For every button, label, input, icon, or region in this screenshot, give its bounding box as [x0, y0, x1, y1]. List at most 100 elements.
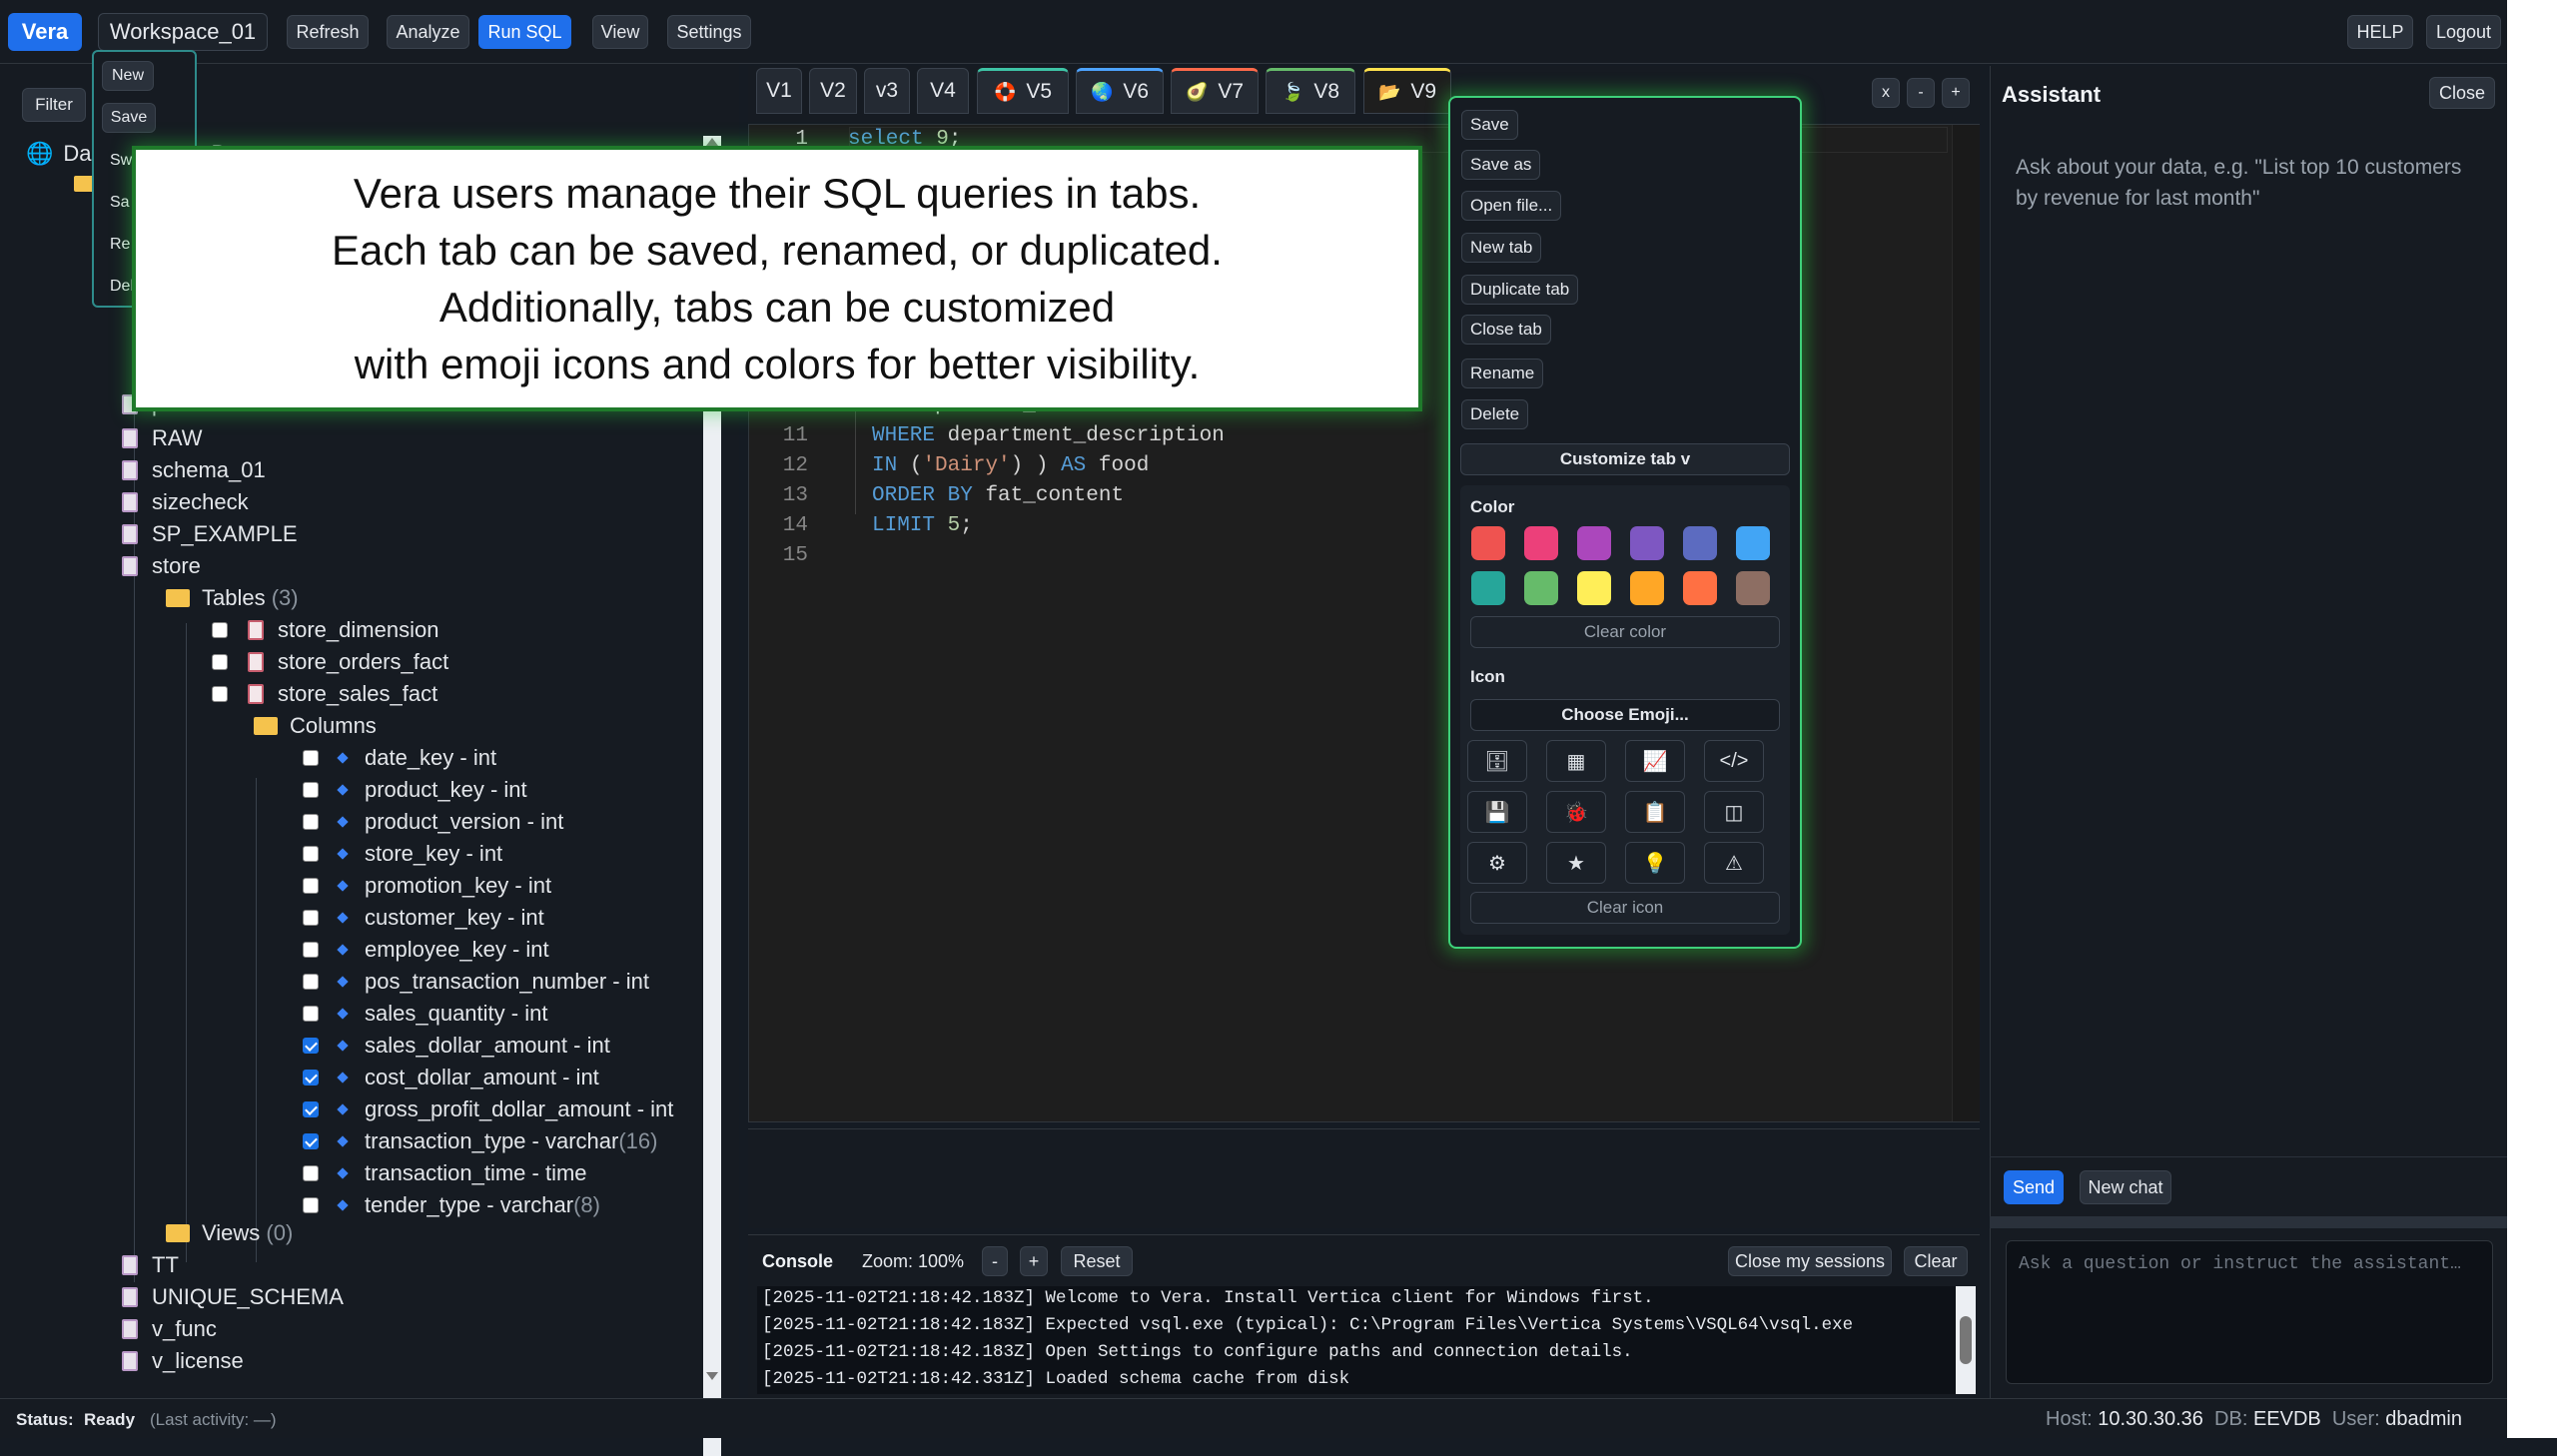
file-menu-save[interactable]: Save — [102, 103, 156, 133]
schema-item[interactable]: v_func — [122, 1314, 217, 1344]
column-item[interactable]: customer_key - int — [303, 903, 544, 933]
color-swatch[interactable] — [1736, 526, 1770, 560]
views-folder[interactable]: Views (0) — [166, 1218, 293, 1248]
tab-close-button[interactable]: x — [1872, 78, 1900, 108]
menu-close-tab[interactable]: Close tab — [1461, 315, 1551, 345]
clear-icon-button[interactable]: Clear icon — [1470, 892, 1780, 924]
table-checkbox[interactable] — [212, 622, 228, 638]
color-swatch[interactable] — [1471, 571, 1505, 605]
color-swatch[interactable] — [1630, 571, 1664, 605]
bug-icon[interactable]: 🐞 — [1546, 791, 1606, 833]
settings-button[interactable]: Settings — [667, 15, 751, 49]
column-checkbox[interactable] — [303, 878, 319, 894]
tab-v7[interactable]: 🥑 V7 — [1171, 68, 1259, 114]
zoom-out-button[interactable]: - — [982, 1246, 1008, 1276]
table-checkbox[interactable] — [212, 686, 228, 702]
analyze-button[interactable]: Analyze — [387, 15, 469, 49]
console-clear-button[interactable]: Clear — [1904, 1246, 1968, 1276]
filter-button[interactable]: Filter — [22, 88, 86, 122]
tab-v9[interactable]: 📂 V9 — [1363, 68, 1451, 114]
menu-delete[interactable]: Delete — [1461, 399, 1529, 429]
code-icon[interactable]: </> — [1704, 740, 1764, 782]
zoom-in-button[interactable]: + — [1020, 1246, 1048, 1276]
layout-icon[interactable]: ◫ — [1704, 791, 1764, 833]
workspace-selector[interactable]: Workspace_01 — [98, 13, 268, 51]
file-menu-new[interactable]: New — [102, 61, 154, 91]
column-item[interactable]: promotion_key - int — [303, 871, 551, 901]
clipboard-icon[interactable]: 📋 — [1625, 791, 1685, 833]
schema-item[interactable]: TT — [122, 1250, 179, 1280]
color-swatch[interactable] — [1736, 571, 1770, 605]
color-swatch[interactable] — [1630, 526, 1664, 560]
tab-v4[interactable]: V4 — [917, 68, 969, 114]
color-swatch[interactable] — [1524, 526, 1558, 560]
editor-scrollbar[interactable] — [1952, 125, 1980, 1121]
table-item[interactable]: store_sales_fact — [212, 679, 437, 709]
gear-icon[interactable]: ⚙ — [1467, 842, 1527, 884]
send-button[interactable]: Send — [2004, 1170, 2064, 1204]
tab-add-button[interactable]: + — [1942, 78, 1970, 108]
schema-item[interactable]: v_license — [122, 1346, 244, 1376]
assistant-close-button[interactable]: Close — [2429, 77, 2495, 109]
close-sessions-button[interactable]: Close my sessions — [1728, 1246, 1892, 1276]
menu-new-tab[interactable]: New tab — [1461, 233, 1542, 263]
database-icon[interactable]: 🗄 — [1467, 740, 1527, 782]
column-checkbox[interactable] — [303, 1006, 319, 1022]
column-checkbox[interactable] — [303, 942, 319, 958]
scroll-down-arrow[interactable] — [706, 1372, 718, 1380]
column-checkbox[interactable] — [303, 910, 319, 926]
tab-v6[interactable]: 🌏 V6 — [1076, 68, 1164, 114]
column-item[interactable]: gross_profit_dollar_amount - int — [303, 1094, 673, 1124]
column-item[interactable]: transaction_type - varchar (16) — [303, 1126, 657, 1156]
column-item[interactable]: sales_quantity - int — [303, 999, 547, 1029]
table-checkbox[interactable] — [212, 654, 228, 670]
tab-v3[interactable]: v3 — [864, 68, 910, 114]
table-item[interactable]: store_orders_fact — [212, 647, 448, 677]
refresh-button[interactable]: Refresh — [287, 15, 369, 49]
column-checkbox[interactable] — [303, 782, 319, 798]
column-checkbox[interactable] — [303, 814, 319, 830]
color-swatch[interactable] — [1471, 526, 1505, 560]
zoom-reset-button[interactable]: Reset — [1061, 1246, 1133, 1276]
file-menu-item[interactable]: Re — [110, 236, 130, 254]
column-item[interactable]: product_version - int — [303, 807, 563, 837]
color-swatch[interactable] — [1683, 571, 1717, 605]
table-icon[interactable]: ▦ — [1546, 740, 1606, 782]
file-menu-item[interactable]: Sa — [110, 194, 130, 212]
console-scroll-thumb[interactable] — [1960, 1316, 1972, 1364]
column-checkbox[interactable] — [303, 1133, 319, 1149]
column-item[interactable]: employee_key - int — [303, 935, 549, 965]
schema-item[interactable]: schema_01 — [122, 455, 266, 485]
column-item[interactable]: cost_dollar_amount - int — [303, 1063, 599, 1092]
tab-v1[interactable]: V1 — [756, 68, 802, 114]
file-menu-item[interactable]: Sw — [110, 152, 132, 170]
color-swatch[interactable] — [1577, 526, 1611, 560]
help-button[interactable]: HELP — [2347, 15, 2413, 49]
tab-shrink-button[interactable]: - — [1907, 78, 1935, 108]
clear-color-button[interactable]: Clear color — [1470, 616, 1780, 648]
color-swatch[interactable] — [1524, 571, 1558, 605]
menu-save-as[interactable]: Save as — [1461, 150, 1541, 180]
menu-save[interactable]: Save — [1461, 110, 1518, 140]
column-item[interactable]: store_key - int — [303, 839, 502, 869]
tab-v8[interactable]: 🍃 V8 — [1266, 68, 1355, 114]
new-chat-button[interactable]: New chat — [2080, 1170, 2171, 1204]
file-menu-item[interactable]: Del — [110, 278, 134, 296]
column-item[interactable]: transaction_time - time — [303, 1158, 587, 1188]
color-swatch[interactable] — [1683, 526, 1717, 560]
column-item[interactable]: date_key - int — [303, 743, 496, 773]
column-item[interactable]: tender_type - varchar (8) — [303, 1190, 600, 1220]
column-checkbox[interactable] — [303, 1165, 319, 1181]
scroll-up-arrow[interactable] — [706, 138, 718, 146]
chart-icon[interactable]: 📈 — [1625, 740, 1685, 782]
column-checkbox[interactable] — [303, 750, 319, 766]
lightbulb-icon[interactable]: 💡 — [1625, 842, 1685, 884]
table-item[interactable]: store_dimension — [212, 615, 438, 645]
schema-item[interactable]: RAW — [122, 423, 203, 453]
color-swatch[interactable] — [1577, 571, 1611, 605]
tab-v2[interactable]: V2 — [809, 68, 857, 114]
column-item[interactable]: sales_dollar_amount - int — [303, 1031, 610, 1061]
schema-item[interactable]: store — [122, 551, 201, 581]
schema-item[interactable]: sizecheck — [122, 487, 249, 517]
menu-rename[interactable]: Rename — [1461, 359, 1544, 388]
